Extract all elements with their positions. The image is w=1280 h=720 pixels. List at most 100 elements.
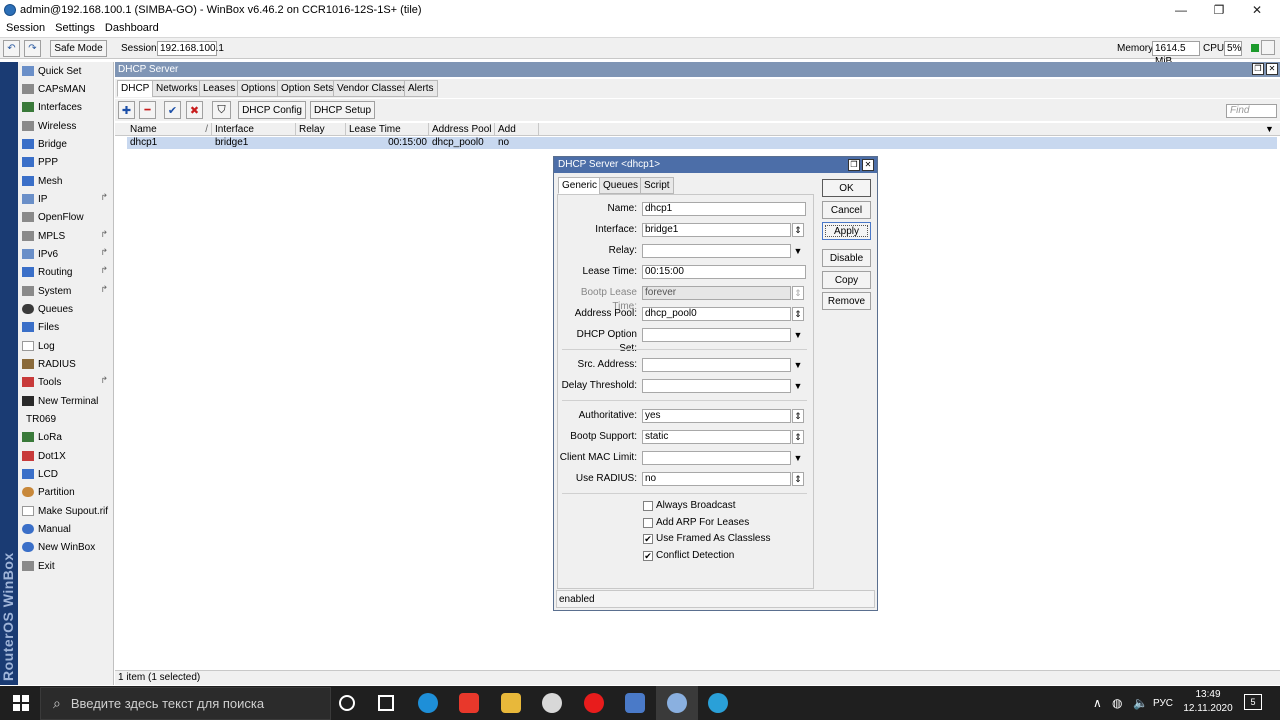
- remove-button[interactable]: Remove: [822, 292, 871, 310]
- menu-dashboard[interactable]: Dashboard: [105, 22, 159, 34]
- filter-icon[interactable]: ⛉: [212, 101, 231, 119]
- sidebar-item-new-terminal[interactable]: New Terminal: [18, 392, 114, 410]
- interface-select[interactable]: bridge1: [642, 223, 791, 237]
- add-icon[interactable]: ✚: [118, 101, 135, 119]
- opera-icon[interactable]: [584, 693, 604, 713]
- delay-threshold-dropdown-icon[interactable]: ▼: [792, 379, 804, 393]
- notification-icon[interactable]: 5: [1244, 694, 1262, 710]
- taskbar-clock[interactable]: 13:49 12.11.2020: [1180, 688, 1236, 718]
- dhcp-option-set-dropdown-icon[interactable]: ▼: [792, 328, 804, 342]
- sidebar-item-partition[interactable]: Partition: [18, 483, 114, 501]
- menu-session[interactable]: Session: [6, 22, 45, 34]
- use-radius-select[interactable]: no: [642, 472, 791, 486]
- authoritative-select[interactable]: yes: [642, 409, 791, 423]
- sidebar-item-routing[interactable]: Routing ↱: [18, 263, 114, 281]
- sidebar-item-dot1x[interactable]: Dot1X: [18, 447, 114, 465]
- relay-input[interactable]: [642, 244, 791, 258]
- tab-options[interactable]: Options: [237, 80, 280, 97]
- lease-time-input[interactable]: 00:15:00: [642, 265, 806, 279]
- dhcp-setup-button[interactable]: DHCP Setup: [310, 101, 375, 119]
- sidebar-item-files[interactable]: Files: [18, 318, 114, 336]
- sidebar-item-exit[interactable]: Exit: [18, 557, 114, 575]
- taskbar-search[interactable]: ⌕ Введите здесь текст для поиска: [40, 687, 331, 720]
- address-pool-select[interactable]: dhcp_pool0: [642, 307, 791, 321]
- column-lease-time[interactable]: Lease Time: [346, 123, 429, 136]
- dialog-restore-icon[interactable]: ❐: [848, 159, 860, 171]
- cortana-icon[interactable]: [339, 695, 355, 711]
- copy-button[interactable]: Copy: [822, 271, 871, 289]
- column-name[interactable]: Name /: [127, 123, 212, 136]
- authoritative-updown-icon[interactable]: ⇕: [792, 409, 804, 423]
- sidebar-item-openflow[interactable]: OpenFlow: [18, 208, 114, 226]
- session-field[interactable]: 192.168.100.1: [157, 41, 224, 56]
- cancel-button[interactable]: Cancel: [822, 201, 871, 219]
- delay-threshold-input[interactable]: [642, 379, 791, 393]
- network-app-icon[interactable]: [625, 693, 645, 713]
- always-broadcast-checkbox[interactable]: [643, 501, 653, 511]
- column-menu-dropdown-icon[interactable]: ▼: [1265, 124, 1274, 134]
- tab-option-sets[interactable]: Option Sets: [277, 80, 338, 97]
- sidebar-item-bridge[interactable]: Bridge: [18, 135, 114, 153]
- lock-icon[interactable]: [1261, 40, 1275, 55]
- close-window-icon[interactable]: ✕: [1266, 63, 1278, 75]
- tab-vendor-classes[interactable]: Vendor Classes: [333, 80, 412, 97]
- disable-button[interactable]: Disable: [822, 249, 871, 267]
- tab-script[interactable]: Script: [640, 177, 674, 194]
- sidebar-item-tools[interactable]: Tools ↱: [18, 373, 114, 391]
- sidebar-item-queues[interactable]: Queues: [18, 300, 114, 318]
- bootp-support-select[interactable]: static: [642, 430, 791, 444]
- safe-mode-button[interactable]: Safe Mode: [50, 40, 107, 57]
- client-mac-limit-dropdown-icon[interactable]: ▼: [792, 451, 804, 465]
- relay-dropdown-icon[interactable]: ▼: [792, 244, 804, 258]
- tab-generic[interactable]: Generic: [558, 177, 602, 194]
- menu-settings[interactable]: Settings: [55, 22, 95, 34]
- yandex-icon[interactable]: [459, 693, 479, 713]
- sidebar-item-make-supout[interactable]: Make Supout.rif: [18, 502, 114, 520]
- conflict-detection-checkbox[interactable]: ✔: [643, 551, 653, 561]
- sidebar-item-ip[interactable]: IP ↱: [18, 190, 114, 208]
- address-pool-updown-icon[interactable]: ⇕: [792, 307, 804, 321]
- undo-icon[interactable]: ↶: [3, 40, 20, 57]
- disable-x-icon[interactable]: ✖: [186, 101, 203, 119]
- ok-button[interactable]: OK: [822, 179, 871, 197]
- sidebar-item-ppp[interactable]: PPP: [18, 153, 114, 171]
- sidebar-item-mpls[interactable]: MPLS ↱: [18, 227, 114, 245]
- dialog-close-icon[interactable]: ✕: [862, 159, 874, 171]
- find-input[interactable]: Find: [1226, 104, 1277, 118]
- bootp-support-updown-icon[interactable]: ⇕: [792, 430, 804, 444]
- use-radius-updown-icon[interactable]: ⇕: [792, 472, 804, 486]
- column-add-arp[interactable]: Add AR...: [495, 123, 539, 148]
- telegram-icon[interactable]: [708, 693, 728, 713]
- yandex-browser-icon[interactable]: [542, 693, 562, 713]
- network-icon[interactable]: ◍: [1112, 696, 1122, 710]
- tab-leases[interactable]: Leases: [199, 80, 240, 97]
- column-interface[interactable]: Interface: [212, 123, 296, 136]
- src-address-dropdown-icon[interactable]: ▼: [792, 358, 804, 372]
- sidebar-item-new-winbox[interactable]: New WinBox: [18, 538, 114, 556]
- tray-chevron-icon[interactable]: ∧: [1093, 696, 1102, 710]
- sidebar-item-system[interactable]: System ↱: [18, 282, 114, 300]
- sidebar-item-lora[interactable]: LoRa: [18, 428, 114, 446]
- redo-icon[interactable]: ↷: [24, 40, 41, 57]
- dhcp-option-set-input[interactable]: [642, 328, 791, 342]
- add-arp-checkbox[interactable]: [643, 518, 653, 528]
- use-framed-checkbox[interactable]: ✔: [643, 534, 653, 544]
- restore-icon[interactable]: ❐: [1252, 63, 1264, 75]
- sidebar-item-tr069[interactable]: TR069: [18, 410, 114, 428]
- volume-icon[interactable]: 🔈: [1133, 696, 1148, 710]
- sidebar-item-log[interactable]: Log: [18, 337, 114, 355]
- sidebar-item-wireless[interactable]: Wireless: [18, 117, 114, 135]
- apply-button[interactable]: Apply: [822, 222, 871, 240]
- tab-dhcp[interactable]: DHCP: [117, 80, 154, 97]
- sidebar-item-manual[interactable]: Manual: [18, 520, 114, 538]
- interface-updown-icon[interactable]: ⇕: [792, 223, 804, 237]
- dhcp-config-button[interactable]: DHCP Config: [238, 101, 306, 119]
- name-input[interactable]: dhcp1: [642, 202, 806, 216]
- sidebar-item-capsman[interactable]: CAPsMAN: [18, 80, 114, 98]
- column-address-pool[interactable]: Address Pool: [429, 123, 495, 136]
- file-explorer-icon[interactable]: [501, 693, 521, 713]
- tab-alerts[interactable]: Alerts: [404, 80, 438, 97]
- tab-networks[interactable]: Networks: [152, 80, 202, 97]
- winbox-taskbar-icon[interactable]: [667, 693, 687, 713]
- task-view-icon[interactable]: [378, 695, 394, 711]
